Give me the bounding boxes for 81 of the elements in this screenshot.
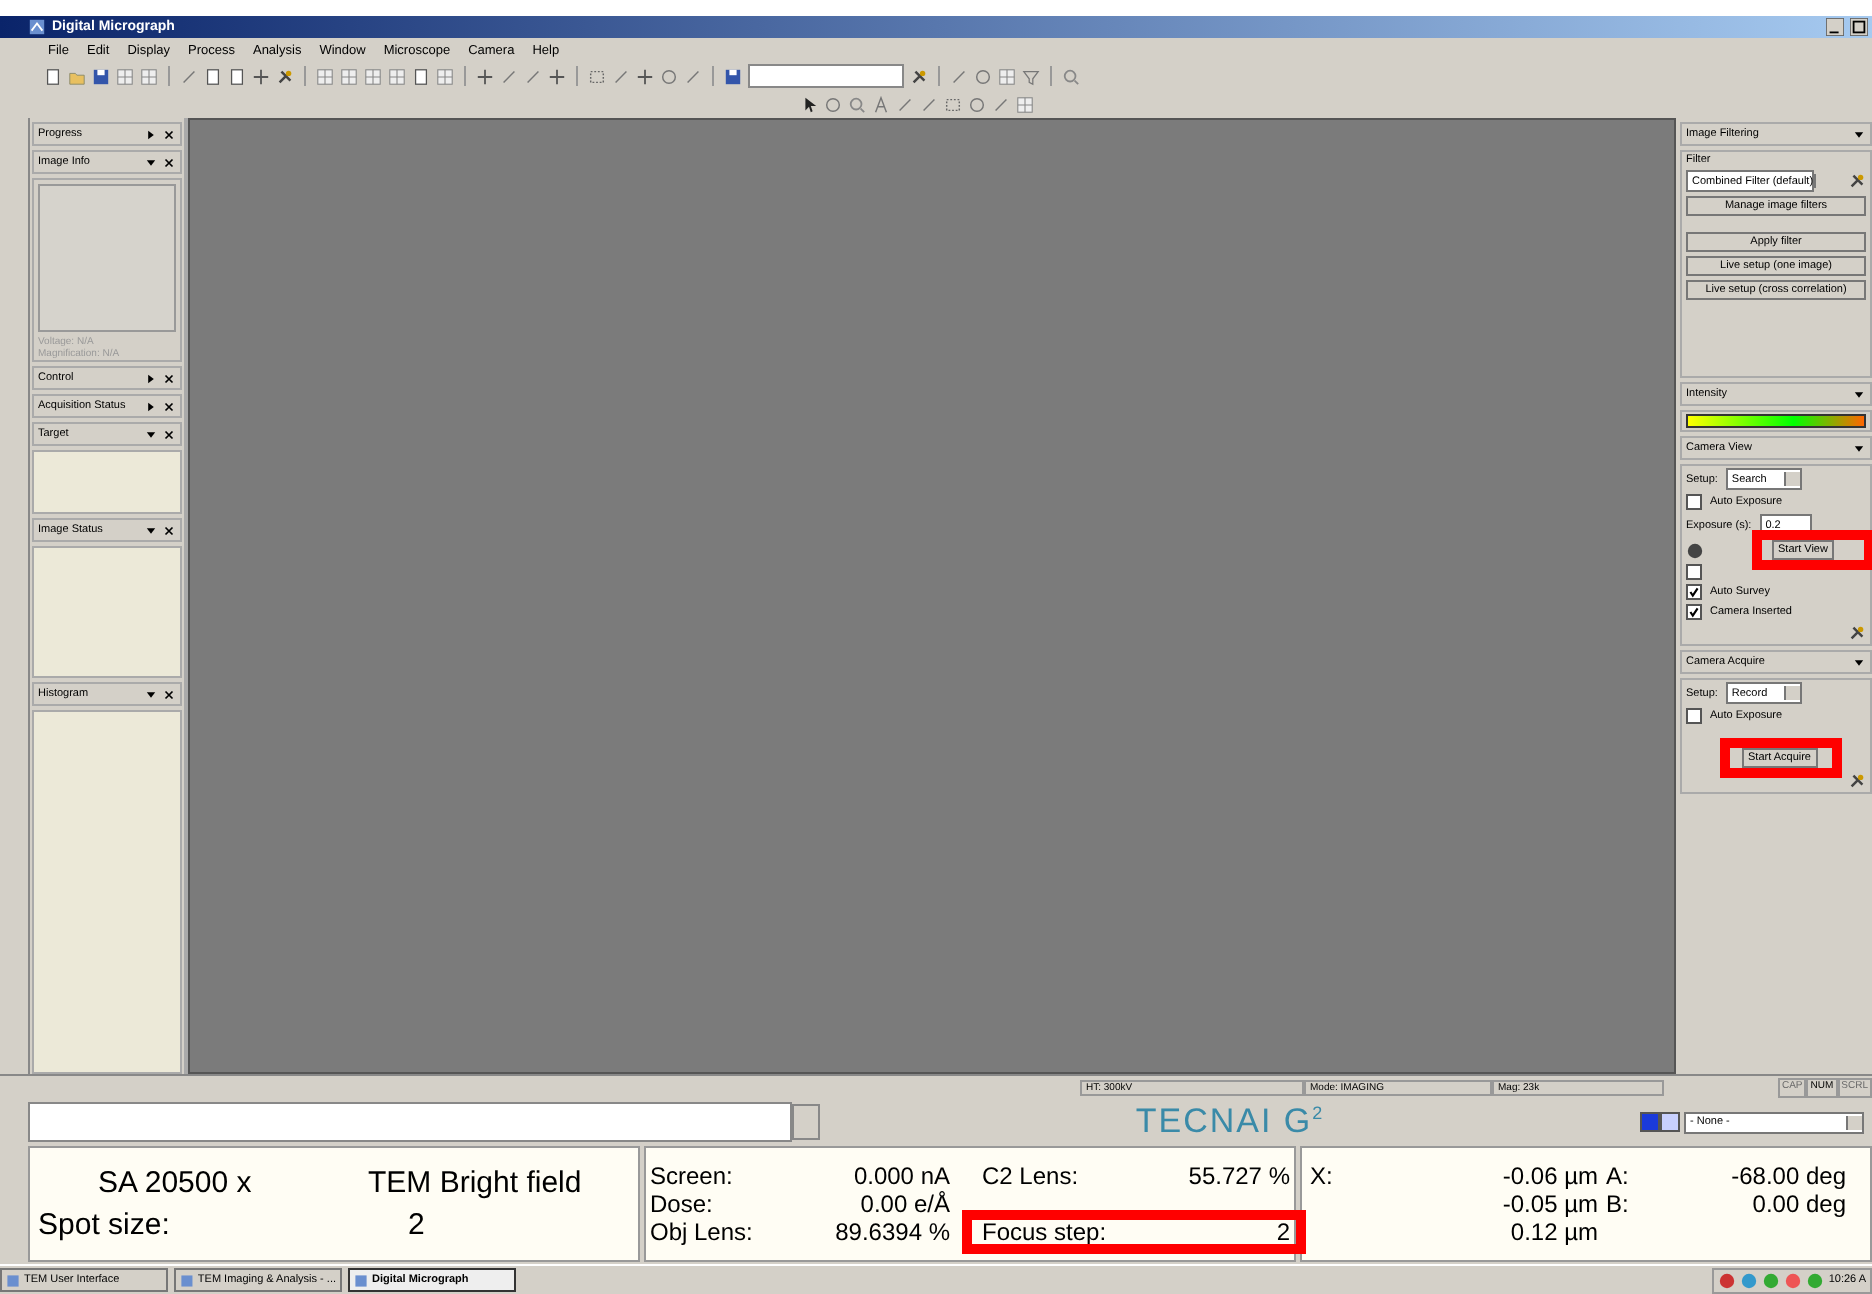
readout-value: -0.05 µm	[1500, 1190, 1598, 1218]
rectangle-icon[interactable]	[944, 95, 962, 113]
crosshair-icon[interactable]	[636, 67, 654, 85]
tools-icon[interactable]	[1848, 172, 1866, 190]
line-icon[interactable]	[896, 95, 914, 113]
line-icon[interactable]	[524, 67, 542, 85]
new-document-icon[interactable]	[44, 67, 62, 85]
triangle-down-icon[interactable]	[144, 155, 158, 169]
checkbox[interactable]	[1686, 564, 1702, 580]
readout-value: 0.00 e/Å	[858, 1190, 950, 1218]
triangle-right-icon[interactable]	[144, 399, 158, 413]
readout-value: 55.727 %	[1186, 1162, 1290, 1190]
line-icon[interactable]	[684, 67, 702, 85]
spot-size-label: Spot size:	[38, 1208, 172, 1242]
spot-size-value: 2	[406, 1208, 427, 1242]
triangle-down-icon[interactable]	[1852, 127, 1866, 141]
app-icon	[6, 1273, 20, 1287]
plus-icon[interactable]	[548, 67, 566, 85]
line-icon[interactable]	[920, 95, 938, 113]
magnification-value: SA 20500 x	[96, 1166, 254, 1200]
dropdown-field[interactable]	[748, 64, 904, 88]
tools-icon[interactable]	[1848, 624, 1866, 642]
line-icon[interactable]	[500, 67, 518, 85]
tecnai-logo: TECNAI G$^{2}$	[1133, 1102, 1327, 1142]
readout-value: 2	[1274, 1218, 1290, 1246]
triangle-down-icon[interactable]	[1852, 441, 1866, 455]
line-icon[interactable]	[612, 67, 630, 85]
readout-label: Dose:	[650, 1190, 715, 1218]
triangle-down-icon[interactable]	[144, 687, 158, 701]
readout-value: 0.000 nA	[851, 1162, 950, 1190]
checkbox[interactable]	[1686, 584, 1702, 600]
triangle-down-icon[interactable]	[144, 427, 158, 441]
triangle-down-icon[interactable]	[1852, 655, 1866, 669]
checkbox[interactable]	[1686, 604, 1702, 620]
readout-value: 89.6394 %	[833, 1218, 950, 1246]
oval-icon[interactable]	[968, 95, 986, 113]
close-icon[interactable]	[162, 523, 176, 537]
readout-label: B:	[1604, 1190, 1631, 1218]
maximize-button[interactable]	[1850, 18, 1868, 36]
page-icon[interactable]	[412, 67, 430, 85]
highlight-frame	[1752, 530, 1872, 570]
readout-label: A:	[1604, 1162, 1631, 1190]
app-icon	[354, 1273, 368, 1287]
close-icon[interactable]	[162, 427, 176, 441]
tools-icon[interactable]	[910, 67, 928, 85]
tools-icon[interactable]	[1848, 772, 1866, 790]
app-icon	[180, 1273, 194, 1287]
mode-value: TEM Bright field	[368, 1166, 584, 1200]
command-field[interactable]	[28, 1102, 792, 1142]
checkbox[interactable]	[1686, 494, 1702, 510]
readout-value: 0.00 deg	[1750, 1190, 1846, 1218]
close-icon[interactable]	[162, 155, 176, 169]
highlight-frame	[1720, 738, 1841, 778]
minimize-button[interactable]	[1826, 18, 1844, 36]
camera-icon	[1686, 541, 1704, 559]
close-icon[interactable]	[162, 371, 176, 385]
close-icon[interactable]	[162, 687, 176, 701]
pointer-icon[interactable]	[800, 95, 818, 113]
readout-value: -0.06 µm	[1500, 1162, 1598, 1190]
save-icon[interactable]	[92, 67, 110, 85]
readout-label: Obj Lens:	[650, 1218, 755, 1246]
app-icon	[28, 18, 46, 36]
readout-label: Focus step:	[982, 1218, 1109, 1246]
filter-icon[interactable]	[1022, 67, 1040, 85]
triangle-right-icon[interactable]	[144, 371, 158, 385]
tools-icon[interactable]	[276, 67, 294, 85]
save-icon[interactable]	[724, 67, 742, 85]
readout-label: C2 Lens:	[982, 1162, 1081, 1190]
line-icon[interactable]	[950, 67, 968, 85]
readout-value: 0.12 µm	[1508, 1218, 1598, 1246]
text-icon[interactable]	[872, 95, 890, 113]
readout-label: X:	[1310, 1162, 1335, 1190]
close-icon[interactable]	[162, 399, 176, 413]
triangle-down-icon[interactable]	[1852, 387, 1866, 401]
triangle-right-icon[interactable]	[144, 127, 158, 141]
triangle-down-icon[interactable]	[144, 523, 158, 537]
checkbox[interactable]	[1686, 708, 1702, 724]
readout-label: Screen:	[650, 1162, 735, 1190]
close-icon[interactable]	[162, 127, 176, 141]
selection-icon[interactable]	[588, 67, 606, 85]
readout-value: -68.00 deg	[1729, 1162, 1846, 1190]
